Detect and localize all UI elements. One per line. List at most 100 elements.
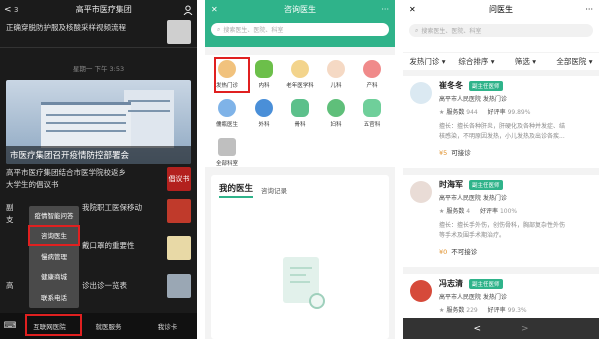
article-thumbnail [167, 274, 191, 298]
close-button[interactable]: ✕ [409, 5, 421, 14]
back-button[interactable]: < [4, 5, 14, 15]
dept-pediatrics[interactable]: 儿科 [319, 60, 353, 89]
article-title: 正确穿脱防护服及核酸采样视频流程 [6, 23, 126, 32]
filter-sort[interactable]: 综合排序 ▾ [452, 56, 501, 67]
tab-medical-service[interactable]: 就医服务 [79, 321, 138, 331]
search-placeholder: 搜索医生、医院、科室 [223, 27, 284, 34]
account-title: 高平市医疗集团 [75, 5, 132, 14]
avatar [410, 181, 432, 203]
rating-label: 好评率 [480, 208, 499, 215]
keyboard-icon[interactable]: ⌨ [0, 321, 20, 331]
filter-screen[interactable]: 筛选 ▾ [501, 56, 550, 67]
doctor-tabs: 我的医生 咨询记录 [211, 175, 389, 198]
service-label: 服务数 [446, 307, 465, 314]
menu-item-contact-phone[interactable]: 联系电话 [29, 288, 79, 308]
nav-back-button[interactable]: < [473, 324, 481, 334]
doctor-bio-line2: 核感染，不明原因发热，小儿发热及出诊各疾... [439, 133, 565, 140]
article-thumbnail [167, 236, 191, 260]
dept-surgery[interactable]: 外科 [247, 99, 281, 128]
availability-status: 不可接诊 [451, 248, 478, 256]
dept-gynecology[interactable]: 妇科 [319, 99, 353, 128]
doc-line [290, 274, 306, 276]
header-area: ✕ 问医生 ··· ⌕ 搜索医生、医院、科室 [403, 0, 599, 52]
consult-price: ¥5 [439, 149, 448, 157]
building-image [41, 102, 131, 148]
consult-price: ¥0 [439, 248, 448, 256]
dept-obstetrics[interactable]: 产科 [355, 60, 389, 89]
search-input[interactable]: ⌕ 搜索医生、医院、科室 [409, 24, 593, 37]
doctor-card[interactable]: 时海军 副主任医师 高平市人民医院 发热门诊 ★ 服务数 4 好评率 100% … [403, 175, 599, 267]
search-input[interactable]: ⌕ 搜索医生、医院、科室 [211, 23, 389, 36]
doctor-title-badge: 副主任医师 [469, 81, 503, 91]
nav-bar: ✕ 问医生 ··· [403, 0, 599, 19]
article-item[interactable]: 戴口罩的重要性 [76, 240, 166, 252]
bone-icon [291, 99, 309, 117]
doctor-card[interactable]: 冯志清 副主任医师 高平市人民医院 发热门诊 ★ 服务数 229 好评率 99.… [403, 274, 599, 318]
tab-my-doctors[interactable]: 我的医生 [219, 182, 254, 198]
banner-caption: 市医疗集团召开疫情防控部署会 [6, 146, 191, 164]
consult-doctor-screen: ✕ 咨询医生 ··· ⌕ 搜索医生、医院、科室 发热门诊 内科 老年医学科 儿科… [205, 0, 395, 339]
price-row: ¥5 可接诊 [439, 147, 471, 157]
more-button[interactable]: ··· [377, 5, 389, 14]
dept-internal[interactable]: 内科 [247, 60, 281, 89]
rating-value: 99.3% [507, 307, 527, 314]
doc-line [290, 281, 310, 283]
service-count: 944 [466, 109, 478, 116]
wechat-official-account-screen: < 3 高平市医疗集团 正确穿脱防护服及核酸采样视频流程 星期一 下午 3:53… [0, 0, 197, 339]
menu-item-health-mall[interactable]: 健康商城 [29, 267, 79, 287]
tab-consult-records[interactable]: 咨询记录 [261, 185, 287, 198]
article-item[interactable]: 高平市医疗集团结合市医学院校返乡 大学生的倡议书 [0, 167, 160, 191]
star-icon: ★ [439, 109, 445, 116]
article-title-line1: 高平市医疗集团结合市医学院校返乡 [6, 168, 126, 177]
menu-item-epidemic-qa[interactable]: 疫情智能问答 [29, 206, 79, 226]
avatar [410, 82, 432, 104]
composite-screenshot: < 3 高平市医疗集团 正确穿脱防护服及核酸采样视频流程 星期一 下午 3:53… [0, 0, 599, 339]
dept-ent[interactable]: 五官科 [355, 99, 389, 128]
menu-item-chronic-disease[interactable]: 慢病管理 [29, 247, 79, 267]
doctor-stats: ★ 服务数 229 好评率 99.3% [439, 305, 527, 314]
chat-header: < 3 高平市医疗集团 [0, 0, 197, 19]
dept-label: 产科 [366, 83, 378, 89]
dept-orthopedics[interactable]: 骨科 [283, 99, 317, 128]
more-button[interactable]: ··· [581, 5, 593, 14]
nav-bar: ✕ 咨询医生 ··· [205, 0, 395, 19]
doctor-bio-line2: 等手术及围手术期治疗。 [439, 232, 506, 239]
doctor-card[interactable]: 崔冬冬 副主任医师 高平市人民医院 发热门诊 ★ 服务数 944 好评率 99.… [403, 76, 599, 168]
elder-icon [291, 60, 309, 78]
tab-my-card[interactable]: 我诊卡 [138, 321, 197, 331]
browser-nav-bar: < > [403, 318, 599, 339]
dept-chronic-doctor[interactable]: 儒瓶医生 [210, 99, 244, 128]
article-item[interactable]: 我院职工医保移动 [76, 202, 166, 214]
doctor-title-badge: 副主任医师 [469, 279, 503, 289]
doctor-title-badge: 副主任医师 [469, 180, 503, 190]
dept-geriatrics[interactable]: 老年医学科 [283, 60, 317, 89]
nav-forward-button[interactable]: > [521, 324, 529, 334]
service-label: 服务数 [446, 109, 465, 116]
price-row: ¥0 不可接诊 [439, 246, 477, 256]
doctor-icon [218, 99, 236, 117]
message-timestamp: 星期一 下午 3:53 [72, 65, 125, 73]
window-row [46, 114, 126, 116]
ear-icon [363, 99, 381, 117]
doctor-bio-line1: 擅长：擅长各种肝炎，肝硬化及各种并发症、结 [439, 123, 566, 130]
filter-department[interactable]: 发热门诊 ▾ [403, 56, 452, 67]
highlight-box [28, 225, 80, 246]
close-button[interactable]: ✕ [211, 5, 223, 14]
search-icon: ⌕ [217, 25, 221, 33]
doctor-bio-line1: 擅长：擅长手外伤，创伤骨科，胸部复杂性外伤 [439, 222, 566, 229]
article-banner[interactable]: 市医疗集团召开疫情防控部署会 [6, 80, 191, 164]
doctor-hospital: 高平市人民医院 发热门诊 [439, 294, 507, 301]
page-title: 咨询医生 [284, 5, 316, 14]
dept-label: 五官科 [363, 122, 381, 128]
filter-hospital[interactable]: 全部医院 ▾ [550, 56, 599, 67]
dept-all[interactable]: 全部科室 [210, 138, 244, 167]
profile-icon[interactable] [183, 5, 193, 15]
article-title: 我院职工医保移动 [82, 203, 142, 212]
search-placeholder: 搜索医生、医院、科室 [421, 28, 482, 35]
dept-label: 老年医学科 [286, 83, 314, 89]
stomach-icon [255, 60, 273, 78]
availability-status: 可接诊 [451, 149, 471, 157]
article-title-fragment: 高 [6, 281, 14, 290]
dept-label: 内科 [258, 83, 270, 89]
article-item[interactable]: 诊出诊一览表 [76, 280, 166, 292]
